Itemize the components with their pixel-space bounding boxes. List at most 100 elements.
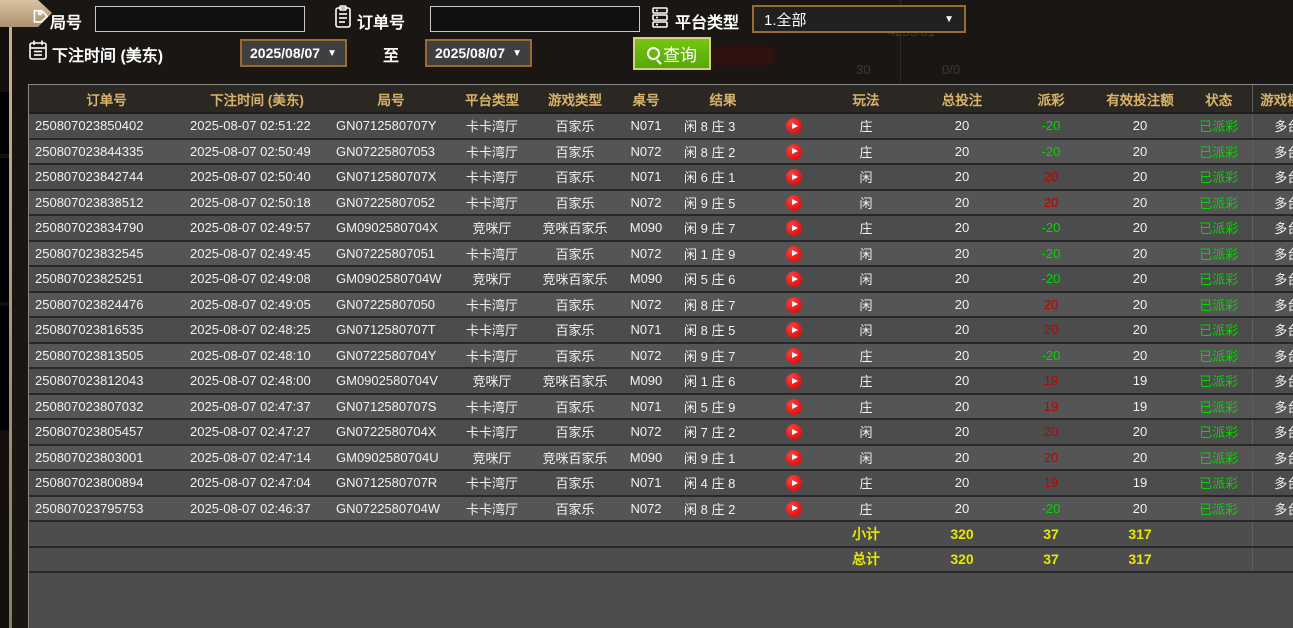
cell-game-type: 百家乐 <box>532 292 618 318</box>
table-row: 250807023850402 2025-08-07 02:51:22 GN07… <box>29 113 1293 139</box>
round-number-input[interactable] <box>95 6 305 32</box>
replay-play-icon[interactable] <box>786 144 802 160</box>
table-row: 250807023844335 2025-08-07 02:50:49 GN07… <box>29 139 1293 165</box>
cell-total-bet: 20 <box>916 215 1008 241</box>
cell-status: 已派彩 <box>1186 394 1252 420</box>
cell-payout: -20 <box>1008 215 1094 241</box>
cell-result: 闲 8 庄 5 <box>674 317 772 343</box>
replay-play-icon[interactable] <box>786 399 802 415</box>
order-number-input[interactable] <box>430 6 640 32</box>
replay-play-icon[interactable] <box>786 169 802 185</box>
cell-table-number: M090 <box>618 215 674 241</box>
cell-status: 已派彩 <box>1186 419 1252 445</box>
col-header-total-bet: 总投注 <box>916 85 1008 113</box>
cell-play-type: 闲 <box>816 190 916 216</box>
replay-play-icon[interactable] <box>786 322 802 338</box>
cell-total-bet: 20 <box>916 394 1008 420</box>
empty-filler-row <box>29 572 1293 592</box>
cell-total-bet: 20 <box>916 445 1008 471</box>
cell-total-bet: 20 <box>916 113 1008 139</box>
platform-type-select[interactable]: 1.全部 ▼ <box>752 5 966 33</box>
cell-round-number: GN0712580707T <box>330 317 452 343</box>
table-row: 250807023834790 2025-08-07 02:49:57 GM09… <box>29 215 1293 241</box>
cell-bet-time: 2025-08-07 02:47:14 <box>184 445 330 471</box>
cell-status: 已派彩 <box>1186 470 1252 496</box>
cell-payout: -20 <box>1008 266 1094 292</box>
replay-play-icon[interactable] <box>786 450 802 466</box>
cell-order-number: 250807023800894 <box>29 470 184 496</box>
col-header-valid-bet: 有效投注额 <box>1094 85 1186 113</box>
cell-payout: 20 <box>1008 190 1094 216</box>
col-header-payout: 派彩 <box>1008 85 1094 113</box>
query-button[interactable]: 查询 <box>633 37 711 70</box>
cell-game-type: 百家乐 <box>532 139 618 165</box>
cell-payout: 20 <box>1008 419 1094 445</box>
replay-play-icon[interactable] <box>786 297 802 313</box>
replay-play-icon[interactable] <box>786 195 802 211</box>
background-blob <box>712 46 774 66</box>
cell-order-number: 250807023805457 <box>29 419 184 445</box>
replay-play-icon[interactable] <box>786 475 802 491</box>
cell-bet-time: 2025-08-07 02:49:57 <box>184 215 330 241</box>
platform-list-icon <box>650 6 670 28</box>
cell-result: 闲 1 庄 6 <box>674 368 772 394</box>
cell-game-type: 百家乐 <box>532 496 618 522</box>
cell-platform: 卡卡湾厅 <box>452 470 532 496</box>
cell-payout: 19 <box>1008 470 1094 496</box>
col-header-time: 下注时间 (美东) <box>184 85 330 113</box>
left-edge-block <box>0 158 9 302</box>
table-row: 250807023812043 2025-08-07 02:48:00 GM09… <box>29 368 1293 394</box>
grand-total-label: 总计 <box>816 547 916 573</box>
cell-order-number: 250807023842744 <box>29 164 184 190</box>
cell-play-type: 庄 <box>816 113 916 139</box>
cell-play-type: 闲 <box>816 317 916 343</box>
cell-valid-bet: 20 <box>1094 190 1186 216</box>
cell-bet-time: 2025-08-07 02:47:37 <box>184 394 330 420</box>
table-row: 250807023842744 2025-08-07 02:50:40 GN07… <box>29 164 1293 190</box>
cell-status: 已派彩 <box>1186 190 1252 216</box>
cell-table-number: N071 <box>618 470 674 496</box>
date-to-select[interactable]: 2025/08/07 ▼ <box>425 39 532 67</box>
cell-game-type: 百家乐 <box>532 241 618 267</box>
cell-result: 闲 9 庄 7 <box>674 343 772 369</box>
cell-play-type: 庄 <box>816 496 916 522</box>
cell-valid-bet: 20 <box>1094 139 1186 165</box>
subtotal-total-bet: 320 <box>916 521 1008 547</box>
cell-platform: 卡卡湾厅 <box>452 292 532 318</box>
cell-order-number: 250807023832545 <box>29 241 184 267</box>
cell-status: 已派彩 <box>1186 343 1252 369</box>
cell-round-number: GN07225807050 <box>330 292 452 318</box>
cell-game-mode: 多台 <box>1252 317 1293 343</box>
cell-order-number: 250807023813505 <box>29 343 184 369</box>
cell-game-type: 百家乐 <box>532 419 618 445</box>
subtotal-label: 小计 <box>816 521 916 547</box>
replay-play-icon[interactable] <box>786 220 802 236</box>
cell-platform: 竞咪厅 <box>452 266 532 292</box>
cell-total-bet: 20 <box>916 266 1008 292</box>
replay-play-icon[interactable] <box>786 246 802 262</box>
cell-round-number: GN0722580704X <box>330 419 452 445</box>
cell-order-number: 250807023795753 <box>29 496 184 522</box>
date-from-select[interactable]: 2025/08/07 ▼ <box>240 39 347 67</box>
cell-game-type: 百家乐 <box>532 317 618 343</box>
replay-play-icon[interactable] <box>786 373 802 389</box>
cell-total-bet: 20 <box>916 317 1008 343</box>
col-header-replay <box>772 85 816 113</box>
table-row: 250807023807032 2025-08-07 02:47:37 GN07… <box>29 394 1293 420</box>
replay-play-icon[interactable] <box>786 271 802 287</box>
order-number-label: 订单号 <box>357 9 405 33</box>
cell-payout: 20 <box>1008 317 1094 343</box>
replay-play-icon[interactable] <box>786 424 802 440</box>
replay-play-icon[interactable] <box>786 501 802 517</box>
platform-type-label: 平台类型 <box>675 9 739 33</box>
replay-play-icon[interactable] <box>786 118 802 134</box>
col-header-playtype: 玩法 <box>816 85 916 113</box>
replay-play-icon[interactable] <box>786 348 802 364</box>
cell-bet-time: 2025-08-07 02:48:25 <box>184 317 330 343</box>
cell-payout: -20 <box>1008 139 1094 165</box>
table-row: 250807023832545 2025-08-07 02:49:45 GN07… <box>29 241 1293 267</box>
cell-result: 闲 1 庄 9 <box>674 241 772 267</box>
cell-round-number: GN07225807051 <box>330 241 452 267</box>
cell-result: 闲 8 庄 7 <box>674 292 772 318</box>
table-row: 250807023803001 2025-08-07 02:47:14 GM09… <box>29 445 1293 471</box>
